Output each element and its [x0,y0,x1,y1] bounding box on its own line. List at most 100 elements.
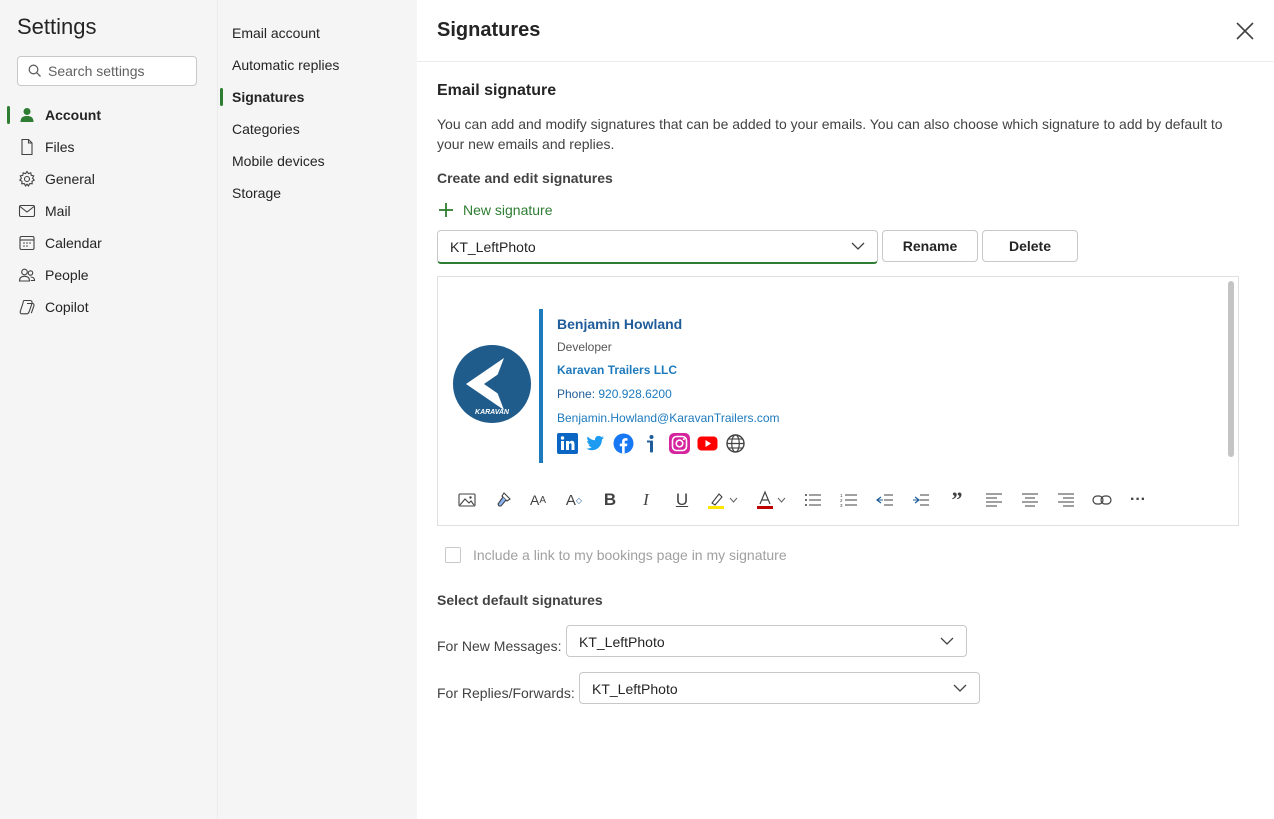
signature-job-title: Developer [557,340,612,354]
nav-item-copilot[interactable]: Copilot [0,291,217,323]
signature-select[interactable]: KT_LeftPhoto [437,230,878,264]
nav-label: People [45,267,89,283]
search-box[interactable] [17,56,197,86]
font-icon[interactable]: AA [525,487,551,513]
nav-label: Calendar [45,235,102,251]
font-color-dropdown-icon[interactable] [774,487,788,513]
phone-value: 920.928.6200 [598,387,672,401]
section-title: Email signature [437,82,557,99]
bookings-checkbox[interactable] [445,547,461,563]
bullets-icon[interactable] [800,487,826,513]
subnav-label: Storage [232,185,282,201]
svg-text:3: 3 [840,503,843,507]
bookings-checkbox-row: Include a link to my bookings page in my… [445,546,787,564]
subnav-label: Automatic replies [232,57,340,73]
file-icon [21,138,33,156]
nav-item-mail[interactable]: Mail [0,195,217,227]
nav-label: Files [45,139,75,155]
mail-icon [18,204,36,218]
signatures-panel: Signatures Email signature You can add a… [417,0,1274,819]
nav-label: Copilot [45,299,89,315]
nav-item-account[interactable]: Account [0,99,217,131]
new-messages-value: KT_LeftPhoto [579,634,665,650]
replies-value: KT_LeftPhoto [592,681,678,697]
header-divider [417,61,1274,62]
subnav-item-storage[interactable]: Storage [218,177,417,209]
info-icon[interactable] [641,433,662,454]
search-icon [28,64,41,77]
active-indicator [220,88,223,106]
signature-select-value: KT_LeftPhoto [450,239,536,255]
replies-select[interactable]: KT_LeftPhoto [579,672,980,704]
phone-label: Phone: [557,387,599,401]
linkedin-icon[interactable] [557,433,578,454]
subnav-label: Signatures [232,89,305,105]
rename-button[interactable]: Rename [882,230,978,262]
font-size-icon[interactable]: A ◇ [561,487,587,513]
signature-name: Benjamin Howland [557,316,683,332]
increase-indent-icon[interactable] [908,487,934,513]
subnav-label: Email account [232,25,320,41]
youtube-icon[interactable] [697,433,718,454]
quote-icon[interactable]: ” [944,487,970,513]
bold-icon[interactable]: B [597,487,623,513]
signature-company: Karavan Trailers LLC [557,363,678,377]
nav-item-calendar[interactable]: Calendar [0,227,217,259]
insert-picture-icon[interactable] [454,487,480,513]
numbering-icon[interactable]: 123 [836,487,862,513]
new-messages-select[interactable]: KT_LeftPhoto [566,625,967,657]
calendar-icon [19,235,35,251]
account-subnav: Email account Automatic replies Signatur… [217,0,417,819]
gear-icon [18,170,36,187]
signature-editor[interactable]: KARAVAN Benjamin Howland Developer Karav… [437,276,1239,526]
decrease-indent-icon[interactable] [872,487,898,513]
delete-button[interactable]: Delete [982,230,1078,262]
signature-phone: Phone: 920.928.6200 [557,387,672,401]
subnav-label: Mobile devices [232,153,325,169]
twitter-icon[interactable] [585,433,606,454]
default-signatures-heading: Select default signatures [437,592,603,608]
link-icon[interactable] [1089,487,1115,513]
chevron-down-icon [851,242,865,250]
new-signature-button[interactable]: New signature [437,198,553,222]
plus-icon [439,203,453,217]
highlight-dropdown-icon[interactable] [726,487,740,513]
facebook-icon[interactable] [613,433,634,454]
subnav-item-email-account[interactable]: Email account [218,17,417,49]
person-icon [20,108,34,122]
close-icon[interactable] [1232,18,1258,44]
align-right-icon[interactable] [1053,487,1079,513]
subnav-item-categories[interactable]: Categories [218,113,417,145]
signature-divider [539,309,543,463]
page-title: Signatures [437,19,541,41]
instagram-icon[interactable] [669,433,690,454]
new-signature-label: New signature [463,202,553,218]
align-center-icon[interactable] [1017,487,1043,513]
signature-email-link[interactable]: Benjamin.Howland@KaravanTrailers.com [557,411,780,425]
active-indicator [7,106,10,124]
search-input[interactable] [48,63,188,79]
globe-icon[interactable] [725,433,746,454]
editor-scrollbar[interactable] [1228,281,1234,457]
nav-label: Account [45,107,101,123]
align-left-icon[interactable] [981,487,1007,513]
italic-icon[interactable]: I [633,487,659,513]
subnav-item-automatic-replies[interactable]: Automatic replies [218,49,417,81]
chevron-down-icon [940,637,954,645]
new-messages-label: For New Messages: [437,638,562,654]
nav-label: Mail [45,203,71,219]
nav-item-files[interactable]: Files [0,131,217,163]
replies-label: For Replies/Forwards: [437,685,575,701]
settings-title: Settings [17,14,97,39]
nav-label: General [45,171,95,187]
karavan-logo: KARAVAN [453,345,531,423]
nav-item-general[interactable]: General [0,163,217,195]
nav-item-people[interactable]: People [0,259,217,291]
subnav-item-mobile-devices[interactable]: Mobile devices [218,145,417,177]
more-icon[interactable]: ··· [1125,487,1151,513]
subnav-item-signatures[interactable]: Signatures [218,81,417,113]
copilot-icon [19,299,35,315]
underline-icon[interactable]: U [669,487,695,513]
format-painter-icon[interactable] [490,487,516,513]
people-icon [18,268,36,282]
